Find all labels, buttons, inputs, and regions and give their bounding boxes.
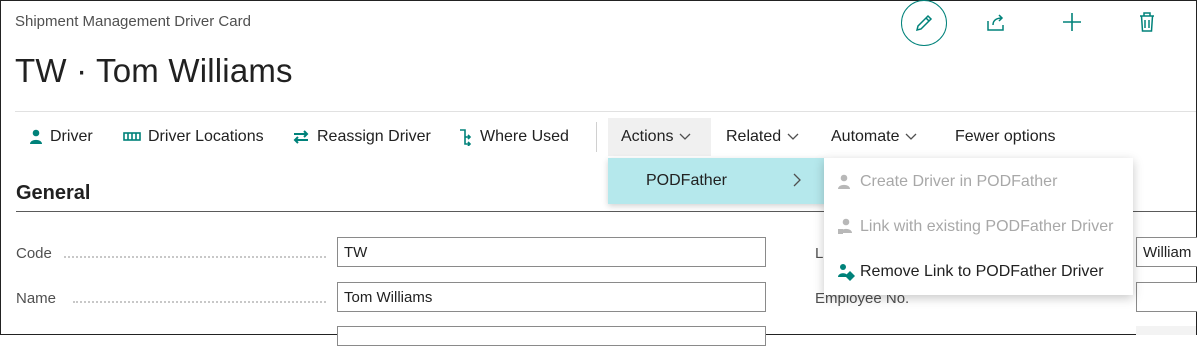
page-title: TW · Tom Williams — [15, 52, 293, 89]
driver-label: Driver — [50, 128, 93, 145]
chevron-down-icon — [905, 133, 924, 141]
podfather-flyout-menu: Create Driver in PODFather Link with exi… — [824, 158, 1133, 295]
share-button[interactable] — [984, 10, 1008, 34]
where-used-label: Where Used — [480, 128, 569, 145]
person-icon — [838, 174, 850, 189]
name-label: Name — [16, 290, 57, 307]
last-name-field[interactable]: William — [1136, 237, 1197, 267]
delete-button[interactable] — [1135, 10, 1159, 34]
remove-link-label: Remove Link to PODFather Driver — [860, 263, 1104, 280]
chevron-down-icon — [679, 133, 698, 141]
swap-arrows-icon — [293, 130, 309, 144]
reassign-driver-label: Reassign Driver — [317, 128, 431, 145]
link-person-icon — [838, 218, 852, 234]
chevron-right-icon — [793, 173, 801, 187]
driver-locations-button[interactable]: Driver Locations — [123, 118, 264, 156]
ribbon-divider — [15, 111, 1196, 112]
section-title-general: General — [16, 182, 91, 204]
link-existing-driver-menu-item[interactable]: Link with existing PODFather Driver — [824, 205, 1133, 249]
where-used-button[interactable]: Where Used — [457, 118, 569, 156]
code-leader-dots — [64, 256, 326, 258]
reassign-driver-button[interactable]: Reassign Driver — [292, 118, 431, 156]
automate-label: Automate — [831, 128, 900, 145]
remove-link-person-icon — [838, 264, 855, 281]
trash-icon — [1140, 12, 1154, 32]
code-field[interactable]: TW — [337, 237, 766, 267]
podfather-submenu-item[interactable]: PODFather — [608, 158, 826, 204]
plus-icon — [1063, 13, 1081, 31]
pencil-icon — [915, 14, 933, 32]
podfather-label: PODFather — [646, 172, 727, 189]
remove-link-menu-item[interactable]: Remove Link to PODFather Driver — [824, 250, 1133, 294]
edit-button[interactable] — [901, 0, 947, 46]
locations-icon — [123, 132, 141, 141]
create-driver-label: Create Driver in PODFather — [860, 173, 1058, 190]
actions-menu-button[interactable]: Actions — [608, 118, 712, 156]
field-placeholder — [1136, 326, 1196, 335]
new-button[interactable] — [1060, 10, 1084, 34]
fewer-options-button[interactable]: Fewer options — [955, 118, 1056, 156]
share-icon — [987, 14, 1004, 31]
name-field[interactable]: Tom Williams — [337, 282, 766, 312]
ribbon-separator — [596, 122, 597, 152]
automate-menu-button[interactable]: Automate — [831, 118, 924, 156]
fewer-options-label: Fewer options — [955, 128, 1056, 145]
page-caption: Shipment Management Driver Card — [15, 13, 251, 30]
chevron-down-icon — [787, 133, 806, 141]
actions-label: Actions — [621, 128, 674, 145]
where-used-icon — [460, 129, 472, 146]
related-menu-button[interactable]: Related — [726, 118, 806, 156]
person-icon — [30, 129, 42, 144]
action-ribbon: Driver Driver Locations Reassign Driver … — [15, 118, 1197, 156]
driver-button[interactable]: Driver — [29, 118, 93, 156]
related-label: Related — [726, 128, 782, 145]
link-existing-driver-label: Link with existing PODFather Driver — [860, 218, 1114, 235]
next-field[interactable] — [337, 326, 766, 346]
name-leader-dots — [73, 301, 326, 303]
driver-locations-label: Driver Locations — [148, 128, 264, 145]
code-label: Code — [16, 245, 52, 262]
create-driver-menu-item[interactable]: Create Driver in PODFather — [824, 160, 1133, 204]
employee-no-field[interactable] — [1136, 282, 1197, 312]
